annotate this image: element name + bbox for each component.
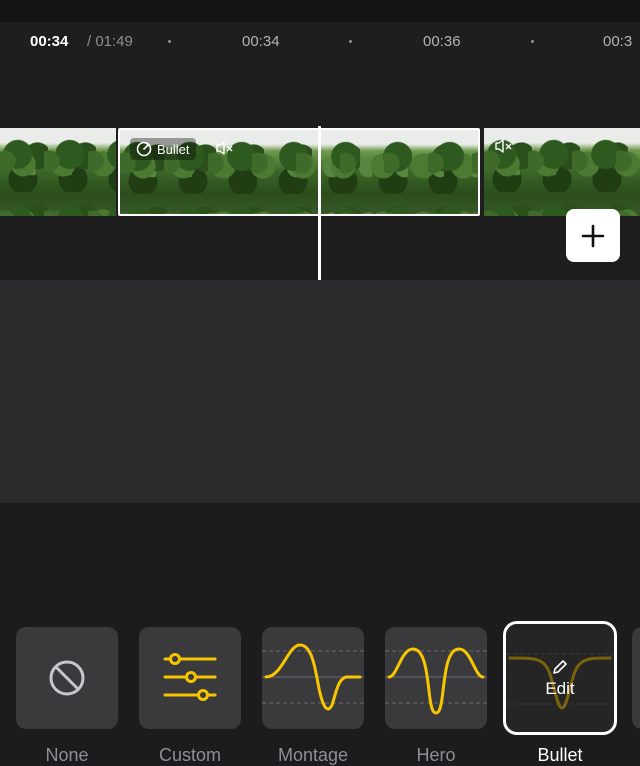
speed-curve-panel: None Custom Montage Hero Edit Bullet	[0, 280, 640, 765]
current-time: 00:34	[30, 33, 69, 50]
edit-overlay[interactable]: Edit	[506, 624, 614, 732]
clip-thumbnail	[0, 128, 116, 216]
speed-option-label: Custom	[158, 745, 221, 765]
sliders-icon	[163, 653, 217, 701]
pencil-icon	[553, 660, 567, 674]
prohibited-icon	[49, 660, 85, 696]
speed-option-label: Montage	[277, 745, 349, 765]
speed-option-next[interactable]	[632, 627, 640, 729]
edit-label: Edit	[545, 679, 575, 698]
speed-option-hero[interactable]	[385, 627, 487, 729]
timeline-ruler: 00:34 / 01:49 00:34 00:36 00:3	[0, 22, 640, 62]
hero-curve-icon	[385, 647, 487, 715]
top-bar	[0, 0, 640, 22]
ruler-tick: 00:36	[423, 33, 461, 50]
plus-icon	[581, 224, 605, 247]
speed-option-montage[interactable]	[262, 627, 364, 729]
ruler-dot	[349, 40, 352, 43]
timeline-track[interactable]: Bullet	[0, 62, 640, 342]
speed-badge-label: Bullet	[157, 141, 190, 157]
speed-option-custom[interactable]	[139, 627, 241, 729]
speed-badge: Bullet	[130, 138, 196, 160]
add-clip-button[interactable]	[566, 209, 620, 262]
ruler-dot	[168, 40, 171, 43]
selected-video-clip[interactable]: Bullet	[118, 128, 480, 216]
video-editor: 00:34 / 01:49 00:34 00:36 00:3 Bullet No…	[0, 0, 640, 765]
speed-option-label: Hero	[416, 745, 456, 765]
speed-option-none[interactable]	[16, 627, 118, 729]
montage-curve-icon	[262, 643, 364, 711]
speed-option-label: None	[45, 745, 89, 765]
mute-icon[interactable]	[494, 138, 514, 154]
speedometer-icon	[136, 141, 152, 157]
total-duration: / 01:49	[87, 33, 133, 50]
speed-option-label: Bullet	[537, 745, 583, 765]
ruler-dot	[531, 40, 534, 43]
ruler-tick: 00:34	[242, 33, 280, 50]
video-clip[interactable]	[484, 128, 640, 216]
video-clip[interactable]	[0, 128, 116, 216]
ruler-tick: 00:3	[603, 33, 633, 50]
mute-icon[interactable]	[215, 140, 235, 156]
speed-option-bullet[interactable]: Edit	[503, 621, 617, 735]
